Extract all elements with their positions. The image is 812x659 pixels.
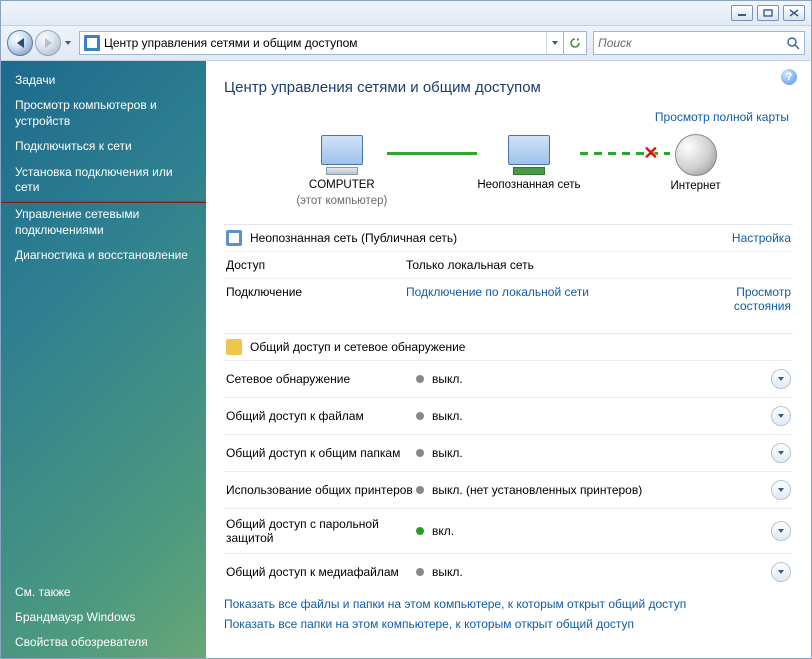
minimize-button[interactable] [731, 5, 753, 21]
chevron-down-icon[interactable] [771, 562, 791, 582]
maximize-button[interactable] [757, 5, 779, 21]
setting-printer-sharing[interactable]: Использование общих принтеров выкл. (нет… [224, 471, 793, 508]
address-text: Центр управления сетями и общим доступом [104, 36, 546, 50]
network-map: COMPUTER (этот компьютер) Неопознанная с… [224, 130, 793, 224]
tasks-sidebar: Задачи Просмотр компьютеров и устройств … [1, 61, 206, 659]
tasks-heading: Задачи [1, 69, 206, 93]
location-icon [84, 35, 100, 51]
address-dropdown[interactable] [546, 32, 563, 54]
broken-link-icon: ✕ [643, 143, 658, 164]
forward-button[interactable] [35, 30, 61, 56]
connection-link[interactable]: Подключение по локальной сети [406, 285, 701, 313]
status-dot-icon [416, 486, 424, 494]
sidebar-item-firewall[interactable]: Брандмауэр Windows [1, 605, 206, 631]
chevron-down-icon[interactable] [771, 406, 791, 426]
show-shared-files-link[interactable]: Показать все файлы и папки на этом компь… [224, 594, 793, 614]
chevron-down-icon[interactable] [771, 480, 791, 500]
help-icon[interactable]: ? [781, 69, 797, 85]
map-node-internet[interactable]: Интернет [670, 134, 720, 208]
setting-media-sharing[interactable]: Общий доступ к медиафайлам выкл. [224, 553, 793, 590]
search-box[interactable]: Поиск [593, 31, 805, 55]
status-dot-icon [416, 568, 424, 576]
seealso-heading: См. также [1, 581, 206, 605]
setting-public-folder[interactable]: Общий доступ к общим папкам выкл. [224, 434, 793, 471]
refresh-button[interactable] [563, 32, 586, 54]
status-dot-icon [416, 449, 424, 457]
map-link-1 [387, 152, 477, 155]
close-button[interactable] [783, 5, 805, 21]
back-button[interactable] [7, 30, 33, 56]
full-map-link[interactable]: Просмотр полной карты [224, 110, 793, 130]
customize-link[interactable]: Настройка [732, 231, 791, 245]
network-icon [226, 230, 242, 246]
map-node-computer[interactable]: COMPUTER (этот компьютер) [296, 135, 387, 207]
page-title: Центр управления сетями и общим доступом [224, 73, 793, 110]
setting-network-discovery[interactable]: Сетевое обнаружение выкл. [224, 360, 793, 397]
sharing-title: Общий доступ и сетевое обнаружение [250, 340, 791, 354]
map-link-2: ✕ [580, 152, 670, 155]
chevron-down-icon[interactable] [771, 369, 791, 389]
status-dot-icon [416, 527, 424, 535]
main-content: ? Центр управления сетями и общим доступ… [206, 61, 811, 659]
chevron-down-icon[interactable] [771, 443, 791, 463]
map-node-network[interactable]: Неопознанная сеть [477, 135, 580, 207]
show-shared-folders-link[interactable]: Показать все папки на этом компьютере, к… [224, 614, 793, 634]
sidebar-item-devices[interactable]: Просмотр компьютеров и устройств [1, 93, 206, 134]
search-placeholder: Поиск [594, 36, 782, 50]
history-dropdown[interactable] [63, 31, 73, 55]
sidebar-item-diag[interactable]: Диагностика и восстановление [1, 243, 206, 269]
chevron-down-icon[interactable] [771, 521, 791, 541]
network-name: Неопознанная сеть (Публичная сеть) [250, 231, 724, 245]
status-dot-icon [416, 375, 424, 383]
view-status-link[interactable]: Просмотр состояния [701, 285, 791, 313]
sidebar-item-connect[interactable]: Подключиться к сети [1, 134, 206, 160]
status-dot-icon [416, 412, 424, 420]
setting-file-sharing[interactable]: Общий доступ к файлам выкл. [224, 397, 793, 434]
address-bar[interactable]: Центр управления сетями и общим доступом [79, 31, 587, 55]
sharing-icon [226, 339, 242, 355]
sidebar-item-setup[interactable]: Установка подключения или сети [1, 160, 206, 202]
setting-password-sharing[interactable]: Общий доступ с парольной защитой вкл. [224, 508, 793, 553]
sidebar-item-ie[interactable]: Свойства обозревателя [1, 630, 206, 656]
search-icon[interactable] [782, 36, 804, 50]
sidebar-item-manage[interactable]: Управление сетевыми подключениями [1, 202, 206, 243]
nav-arrows [7, 30, 73, 56]
